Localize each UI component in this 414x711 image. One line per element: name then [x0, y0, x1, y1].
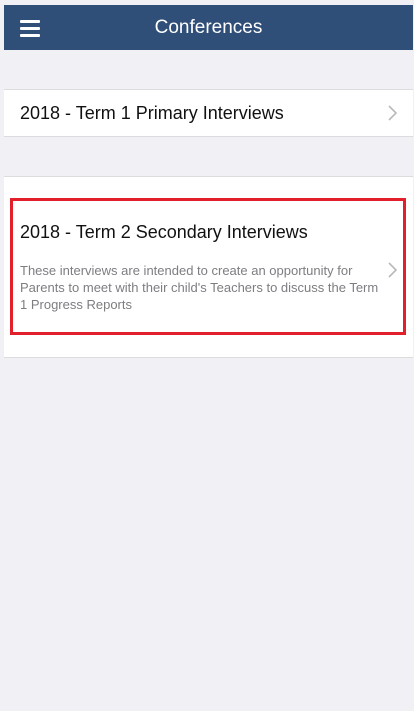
- chevron-right-icon: [388, 262, 398, 278]
- conference-title: 2018 - Term 1 Primary Interviews: [20, 103, 284, 123]
- hamburger-menu-icon[interactable]: [16, 16, 50, 40]
- menu-line: [20, 33, 40, 37]
- nav-bar: Conferences: [4, 5, 413, 50]
- conference-item-term1-primary[interactable]: 2018 - Term 1 Primary Interviews: [4, 89, 413, 137]
- conference-title: 2018 - Term 2 Secondary Interviews: [20, 222, 308, 242]
- menu-line: [20, 19, 40, 23]
- conference-description: These interviews are intended to create …: [20, 263, 379, 312]
- menu-line: [20, 26, 40, 30]
- conference-item-term2-secondary[interactable]: 2018 - Term 2 Secondary Interviews These…: [4, 176, 413, 358]
- page-title: Conferences: [154, 16, 263, 38]
- chevron-right-icon: [388, 105, 398, 121]
